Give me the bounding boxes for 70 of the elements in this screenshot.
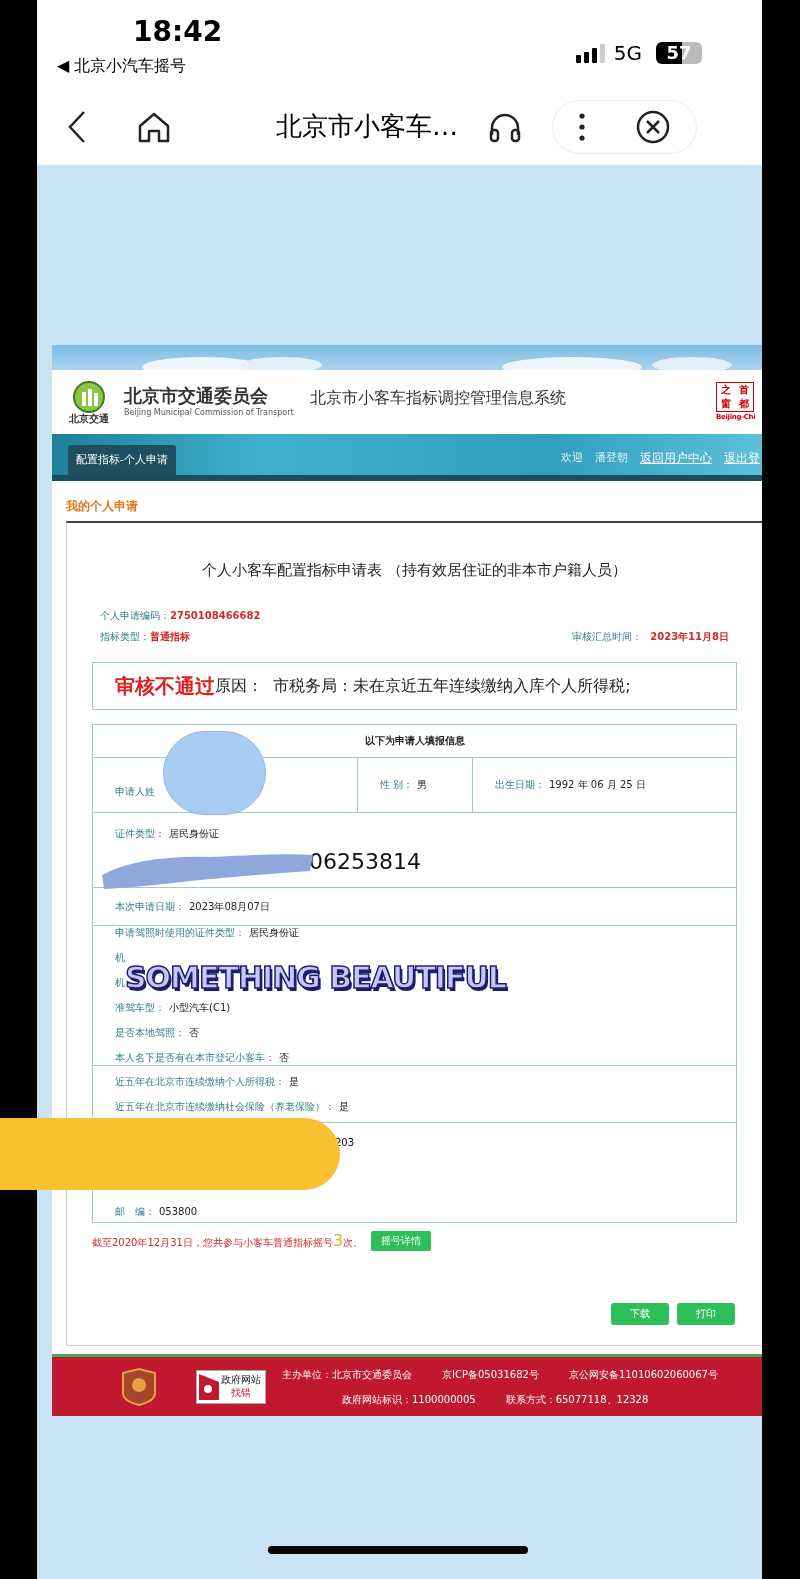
close-icon[interactable] bbox=[636, 109, 671, 144]
field-label: 是否本地驾照： bbox=[115, 1026, 185, 1040]
field-label: 性 别： bbox=[380, 778, 414, 792]
footer-text: 政府网站标识：1100000005 bbox=[342, 1392, 476, 1407]
organization-name-english: Beijing Municipal Commission of Transport bbox=[124, 407, 294, 420]
section-tab[interactable]: 配置指标-个人申请 bbox=[68, 445, 176, 475]
field-value: 2023年11月8日 bbox=[650, 629, 729, 644]
field-value: 居民身份证 bbox=[249, 926, 299, 940]
form-title: 个人小客车配置指标申请表 （持有效居住证的非本市户籍人员） bbox=[201, 560, 628, 581]
field-value: 否 bbox=[279, 1051, 289, 1065]
field-value: 小型汽车(C1) bbox=[169, 1001, 231, 1015]
signal-icon bbox=[575, 43, 606, 63]
page-title: 北京市小客车… bbox=[276, 110, 458, 143]
nav-link[interactable]: 退出登 bbox=[724, 449, 760, 467]
home-icon[interactable] bbox=[137, 110, 171, 143]
field-label: 近五年在北京市连续缴纳社会保险（养老保险）： bbox=[115, 1099, 335, 1114]
portal-logo: 之 首 窗 都 bbox=[716, 381, 754, 412]
field-label: 指标类型： bbox=[100, 629, 150, 644]
sticker-caption: SOMETHING BEAUTIFUL bbox=[125, 960, 506, 997]
field-value: 是 bbox=[289, 1074, 299, 1089]
back-to-app-link[interactable]: ◀ 北京小汽车摇号 bbox=[57, 54, 187, 78]
user-name: 潘登朝 bbox=[595, 449, 628, 466]
field-value: 否 bbox=[189, 1026, 199, 1040]
table-heading: 以下为申请人填报信息 bbox=[364, 734, 465, 748]
magnifier-icon bbox=[199, 1373, 219, 1400]
field-value: 居民身份证 bbox=[169, 827, 219, 841]
network-label: 5G bbox=[613, 40, 642, 67]
field-label: 邮 编： bbox=[115, 1204, 155, 1219]
action-button[interactable]: 打印 bbox=[677, 1302, 735, 1325]
lottery-details-button[interactable]: 摇号详情 bbox=[371, 1230, 432, 1251]
field-label: 申请驾照时使用的证件类型： bbox=[115, 926, 245, 940]
more-icon[interactable] bbox=[578, 112, 585, 141]
nav-link[interactable]: 返回用户中心 bbox=[640, 449, 712, 467]
field-value: 普通指标 bbox=[150, 629, 190, 644]
review-reason: 原因： 市税务局：未在京近五年连续缴纳入库个人所得税; bbox=[215, 674, 631, 695]
field-label: 出生日期： bbox=[495, 778, 545, 792]
organization-name: 北京市交通委员会 bbox=[124, 384, 269, 408]
emblem-icon bbox=[72, 380, 106, 414]
logo-text: 北京交通 bbox=[69, 414, 109, 424]
field-label: 个人申请编码： bbox=[100, 608, 170, 623]
field-label: 申请人姓 bbox=[115, 785, 155, 799]
field-label: 本次申请日期： bbox=[115, 899, 185, 914]
lottery-summary: 截至2020年12月31日，您共参与小客车普通指标摇号3次。 bbox=[92, 1229, 364, 1252]
status-time: 18:42 bbox=[133, 18, 223, 46]
footer-text: 京ICP备05031682号 bbox=[442, 1367, 539, 1382]
field-label: 审核汇总时间： bbox=[572, 629, 643, 644]
footer-text: 京公网安备11010602060067号 bbox=[568, 1367, 718, 1382]
footer-text: 主办单位：北京市交通委员会 bbox=[282, 1367, 412, 1382]
footer-text: 联系方式：65077118、12328 bbox=[505, 1392, 649, 1407]
field-label: 准驾车型： bbox=[115, 1001, 165, 1015]
field-value: 1992 年 06 月 25 日 bbox=[549, 778, 646, 792]
field-value: 2023年08月07日 bbox=[189, 899, 270, 914]
system-name: 北京市小客车指标调控管理信息系统 bbox=[309, 387, 566, 409]
field-label: 证件类型： bbox=[115, 827, 165, 841]
field-label: 近五年在北京市连续缴纳个人所得税： bbox=[115, 1074, 285, 1089]
id-number: 06253814 bbox=[309, 851, 421, 873]
review-verdict: 审核不通过 bbox=[115, 672, 215, 700]
field-value: 是 bbox=[339, 1099, 349, 1114]
greeting-text: 欢迎 bbox=[561, 449, 583, 466]
field-value: 2750108466682 bbox=[170, 608, 261, 623]
field-label: 本人名下是否有在本市登记小客车： bbox=[115, 1051, 275, 1065]
field-label: 机 bbox=[115, 951, 125, 965]
field-value: 男 bbox=[417, 778, 428, 792]
section-heading: 我的个人申请 bbox=[66, 498, 139, 515]
field-label: 机 bbox=[115, 977, 125, 990]
field-value: 053800 bbox=[159, 1204, 198, 1219]
government-site-badge[interactable]: 政府网站 找错 bbox=[196, 1369, 266, 1404]
back-icon[interactable] bbox=[67, 109, 87, 144]
action-button[interactable]: 下载 bbox=[611, 1302, 669, 1325]
shield-emblem-icon bbox=[120, 1366, 158, 1407]
